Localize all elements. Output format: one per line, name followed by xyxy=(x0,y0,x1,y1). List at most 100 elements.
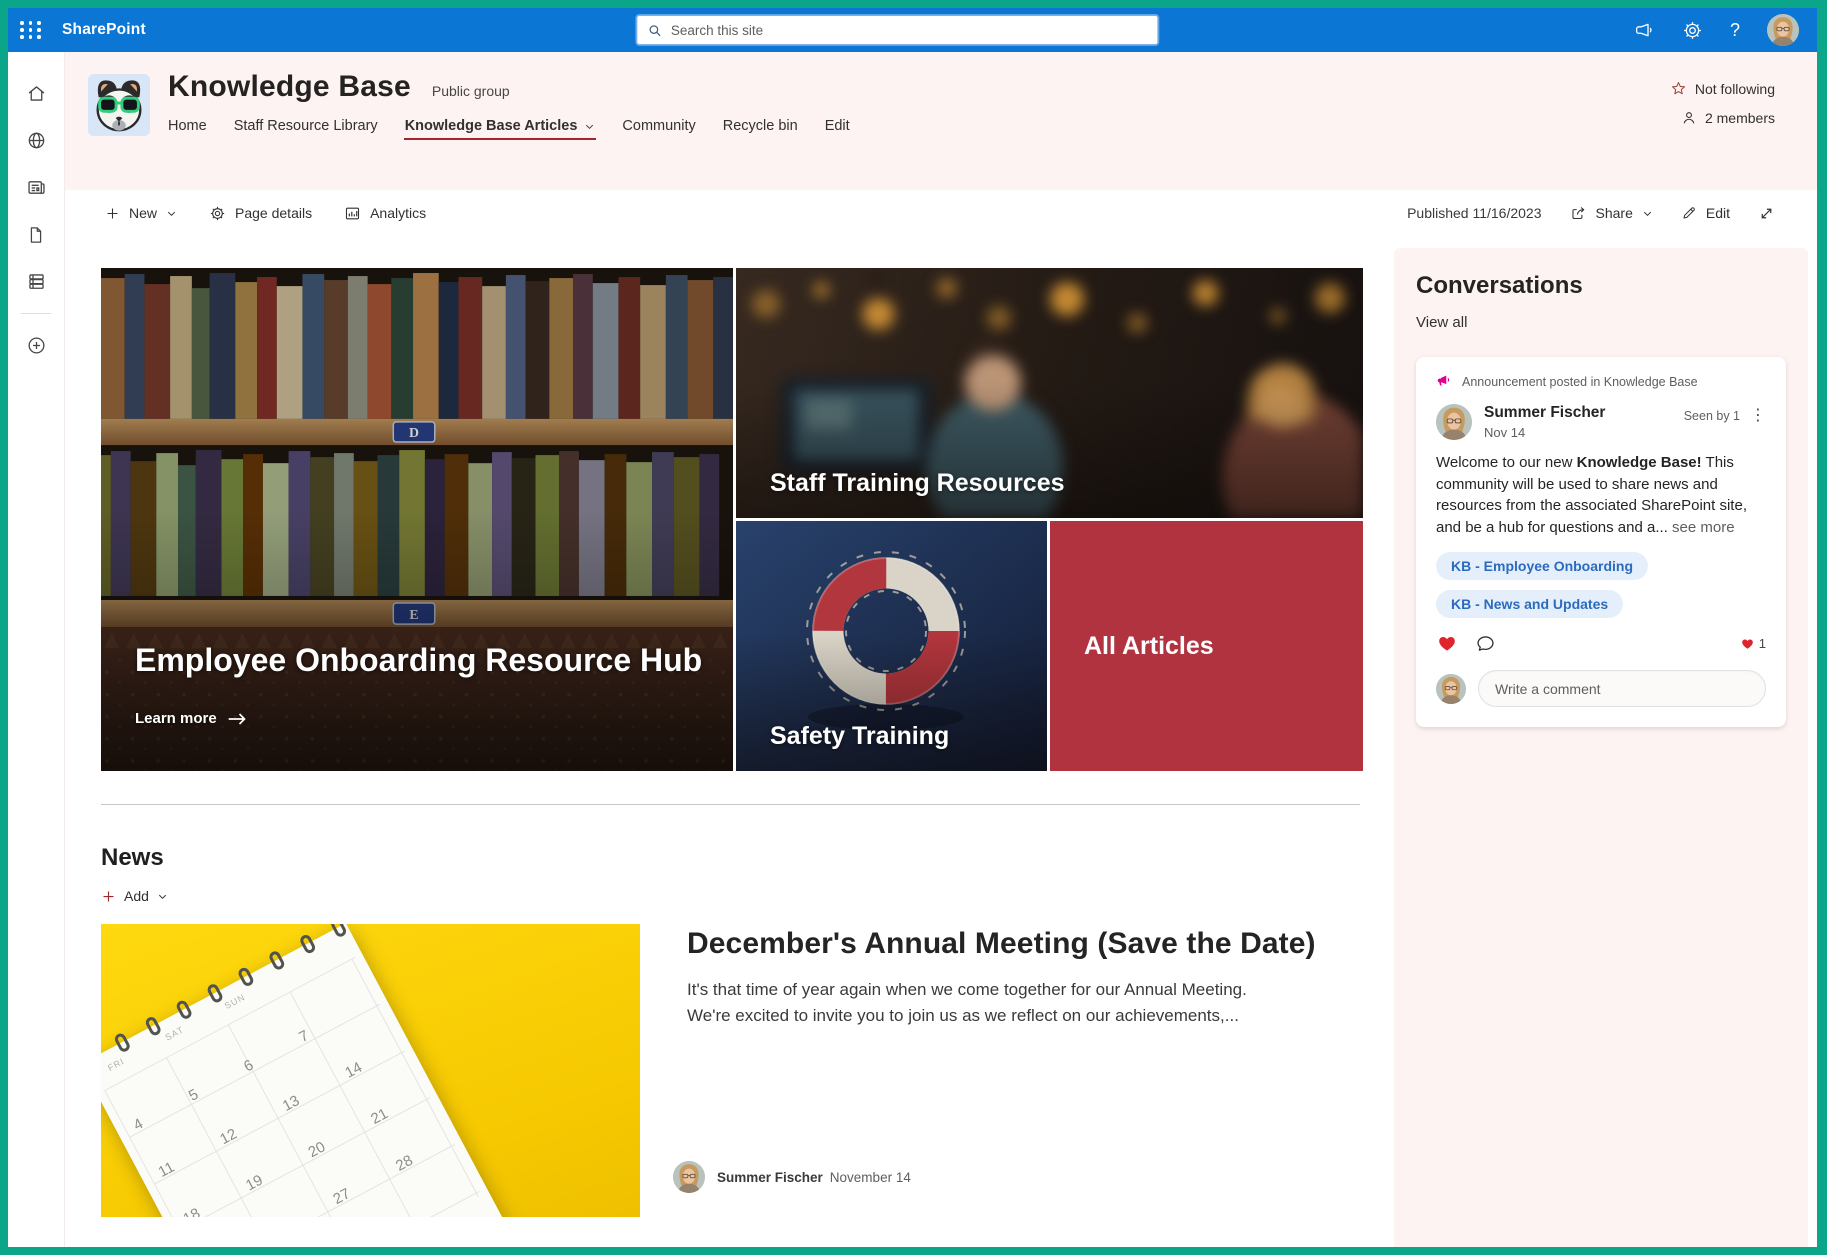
see-more-link[interactable]: see more xyxy=(1672,519,1735,536)
page-canvas: D E Employee Onboar xyxy=(65,236,1817,1247)
help-icon[interactable]: ? xyxy=(1730,20,1740,41)
expand-icon xyxy=(1758,205,1775,222)
plus-icon xyxy=(105,206,120,221)
news-headline[interactable]: December's Annual Meeting (Save the Date… xyxy=(687,924,1327,963)
site-title[interactable]: Knowledge Base xyxy=(168,70,411,104)
like-count[interactable]: 1 xyxy=(1740,636,1766,651)
add-icon[interactable] xyxy=(14,322,58,369)
home-icon[interactable] xyxy=(14,70,58,117)
page-details-button[interactable]: Page details xyxy=(209,205,312,222)
left-app-rail xyxy=(8,52,65,1247)
post-type-row: Announcement posted in Knowledge Base xyxy=(1436,373,1766,390)
members-button[interactable]: 2 members xyxy=(1681,110,1775,126)
nav-knowledge-base-articles-label: Knowledge Base Articles xyxy=(405,118,578,134)
site-search-box[interactable] xyxy=(636,15,1158,45)
nav-knowledge-base-articles[interactable]: Knowledge Base Articles xyxy=(405,118,596,140)
site-nav: Home Staff Resource Library Knowledge Ba… xyxy=(168,118,850,140)
news-article[interactable]: FRI SAT SUN 4 5 6 7 11 12 13 14 18 19 20… xyxy=(101,924,1360,1217)
write-comment-input[interactable] xyxy=(1478,670,1766,707)
app-launcher-button[interactable] xyxy=(8,8,54,52)
chevron-down-icon xyxy=(166,208,177,219)
hero-tile-title: Staff Training Resources xyxy=(770,469,1065,498)
document-icon[interactable] xyxy=(14,211,58,258)
nav-home[interactable]: Home xyxy=(168,118,207,140)
page-details-label: Page details xyxy=(235,205,312,221)
page-row: Knowledge Base Public group Home Staff R… xyxy=(8,52,1817,1247)
reaction-row: 1 xyxy=(1436,632,1766,654)
share-icon xyxy=(1570,205,1587,222)
yellow-calendar-photo: FRI SAT SUN 4 5 6 7 11 12 13 14 18 19 20… xyxy=(101,924,640,1217)
view-all-link[interactable]: View all xyxy=(1416,314,1467,331)
lists-icon[interactable] xyxy=(14,258,58,305)
sharepoint-brand[interactable]: SharePoint xyxy=(62,21,146,39)
suite-actions: ? xyxy=(1634,14,1817,46)
published-date-label: Published 11/16/2023 xyxy=(1407,205,1541,221)
like-heart-icon[interactable] xyxy=(1436,632,1458,654)
search-icon xyxy=(647,23,662,38)
gear-icon xyxy=(209,205,226,222)
news-add-button[interactable]: Add xyxy=(101,888,168,904)
new-label: New xyxy=(129,205,157,221)
hero-tile-all-articles[interactable]: All Articles xyxy=(1050,521,1363,771)
hero-tile-employee-onboarding[interactable]: D E Employee Onboar xyxy=(101,268,733,771)
conversation-post-card[interactable]: Announcement posted in Knowledge Base Su… xyxy=(1416,357,1786,727)
waffle-icon xyxy=(20,21,42,39)
commenter-avatar xyxy=(1436,674,1466,704)
post-body-bold: Knowledge Base! xyxy=(1577,454,1702,471)
edit-button[interactable]: Edit xyxy=(1681,205,1730,221)
share-button[interactable]: Share xyxy=(1570,205,1653,222)
hero-tile-title: Safety Training xyxy=(770,722,949,751)
news-byline: Summer Fischer November 14 xyxy=(673,1161,1327,1193)
search-input[interactable] xyxy=(671,23,1147,38)
heart-count-icon xyxy=(1740,636,1755,651)
nav-staff-resource-library[interactable]: Staff Resource Library xyxy=(234,118,378,140)
post-body: Welcome to our new Knowledge Base! This … xyxy=(1436,452,1766,538)
nav-community[interactable]: Community xyxy=(622,118,695,140)
post-author-avatar[interactable] xyxy=(1436,404,1472,440)
site-privacy-label: Public group xyxy=(432,83,510,99)
comment-bubble-icon[interactable] xyxy=(1475,633,1496,654)
hero-tile-staff-training[interactable]: Staff Training Resources xyxy=(736,268,1363,518)
analytics-icon xyxy=(344,205,361,222)
new-button[interactable]: New xyxy=(105,205,177,221)
main-column: D E Employee Onboar xyxy=(101,236,1360,1247)
like-count-value: 1 xyxy=(1759,636,1766,651)
chevron-down-icon xyxy=(584,121,595,132)
app-frame: SharePoint ? xyxy=(0,0,1827,1255)
site-logo[interactable] xyxy=(88,74,150,136)
bookshelf-photo: D E xyxy=(101,268,733,771)
expand-button[interactable] xyxy=(1758,205,1775,222)
announcement-megaphone-icon xyxy=(1436,373,1453,390)
news-icon[interactable] xyxy=(14,164,58,211)
hero-tile-safety-training[interactable]: Safety Training xyxy=(736,521,1047,771)
follow-label: Not following xyxy=(1695,81,1775,97)
post-body-text: Welcome to our new xyxy=(1436,454,1577,471)
settings-gear-icon[interactable] xyxy=(1682,20,1703,41)
news-author-name[interactable]: Summer Fischer xyxy=(717,1170,823,1185)
tag-news-and-updates[interactable]: KB - News and Updates xyxy=(1436,590,1623,618)
post-author-name[interactable]: Summer Fischer xyxy=(1484,404,1605,422)
plus-icon xyxy=(101,889,116,904)
site-header: Knowledge Base Public group Home Staff R… xyxy=(65,52,1817,190)
account-avatar[interactable] xyxy=(1767,14,1799,46)
post-date: Nov 14 xyxy=(1484,425,1605,440)
members-label: 2 members xyxy=(1705,110,1775,126)
globe-icon[interactable] xyxy=(14,117,58,164)
learn-more-link[interactable]: Learn more xyxy=(135,710,247,727)
analytics-button[interactable]: Analytics xyxy=(344,205,426,222)
megaphone-icon[interactable] xyxy=(1634,20,1655,41)
author-avatar[interactable] xyxy=(673,1161,705,1193)
post-tags: KB - Employee Onboarding KB - News and U… xyxy=(1436,552,1766,618)
follow-button[interactable]: Not following xyxy=(1670,80,1775,97)
more-options-icon[interactable]: ⋮ xyxy=(1750,408,1766,424)
news-webpart-title: News xyxy=(101,844,1360,872)
suite-bar: SharePoint ? xyxy=(8,8,1817,52)
nav-edit[interactable]: Edit xyxy=(825,118,850,140)
nav-recycle-bin[interactable]: Recycle bin xyxy=(723,118,798,140)
tag-employee-onboarding[interactable]: KB - Employee Onboarding xyxy=(1436,552,1648,580)
chevron-down-icon xyxy=(157,891,168,902)
site-header-right: Not following 2 members xyxy=(1670,68,1775,190)
share-label: Share xyxy=(1596,205,1633,221)
conversations-title: Conversations xyxy=(1416,272,1786,300)
app-window: SharePoint ? xyxy=(8,8,1817,1247)
